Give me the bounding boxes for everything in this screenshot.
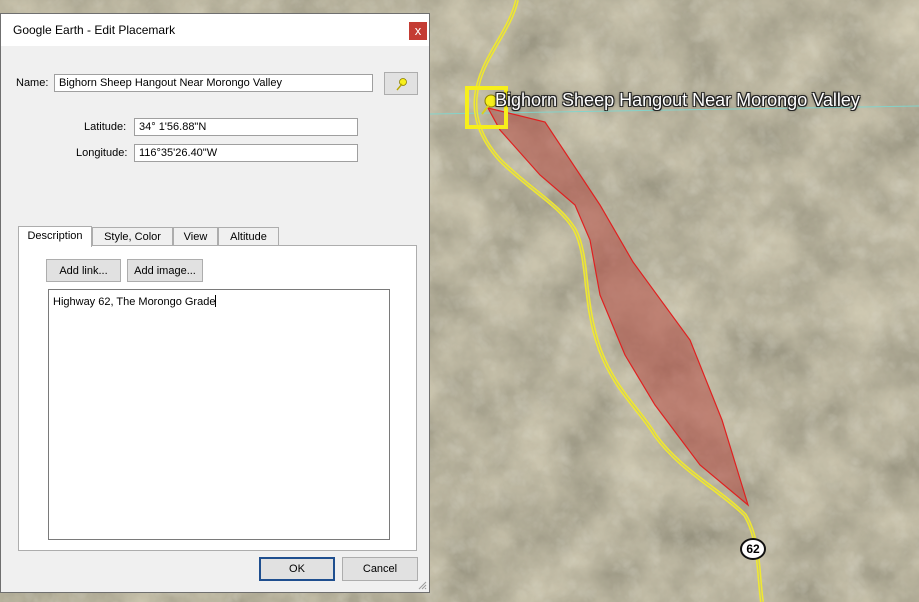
tab-altitude[interactable]: Altitude — [218, 227, 279, 247]
add-image-button[interactable]: Add image... — [127, 259, 203, 282]
close-button[interactable]: x — [409, 22, 427, 40]
yellow-pushpin-icon — [396, 77, 407, 90]
edit-placemark-dialog: Google Earth - Edit Placemark x Name: Bi… — [0, 13, 430, 593]
tab-view[interactable]: View — [173, 227, 218, 247]
latitude-label: Latitude: — [84, 121, 127, 133]
tab-description[interactable]: Description — [18, 226, 92, 247]
placemark-icon-button[interactable] — [384, 72, 418, 95]
name-label: Name: — [16, 77, 49, 89]
description-textarea[interactable]: Highway 62, The Morongo Grade — [48, 289, 390, 540]
add-link-button[interactable]: Add link... — [46, 259, 121, 282]
latitude-field[interactable]: 34° 1'56.88"N — [134, 118, 358, 136]
cancel-button[interactable]: Cancel — [342, 557, 418, 581]
longitude-field[interactable]: 116°35'26.40"W — [134, 144, 358, 162]
resize-grip-icon[interactable] — [417, 580, 427, 590]
text-cursor — [215, 295, 217, 307]
description-tab-panel: Add link... Add image... Highway 62, The… — [18, 245, 417, 551]
description-text: Highway 62, The Morongo Grade — [53, 296, 216, 308]
tab-style-color[interactable]: Style, Color — [92, 227, 173, 247]
close-icon: x — [414, 23, 422, 38]
dialog-title: Google Earth - Edit Placemark — [13, 23, 176, 37]
longitude-label: Longitude: — [76, 147, 128, 159]
highway-shield-62: 62 — [740, 538, 766, 560]
placemark-label[interactable]: Bighorn Sheep Hangout Near Morongo Valle… — [495, 90, 860, 111]
ok-button[interactable]: OK — [259, 557, 335, 581]
dialog-titlebar[interactable]: Google Earth - Edit Placemark x — [1, 14, 429, 46]
name-field[interactable]: Bighorn Sheep Hangout Near Morongo Valle… — [54, 74, 373, 92]
